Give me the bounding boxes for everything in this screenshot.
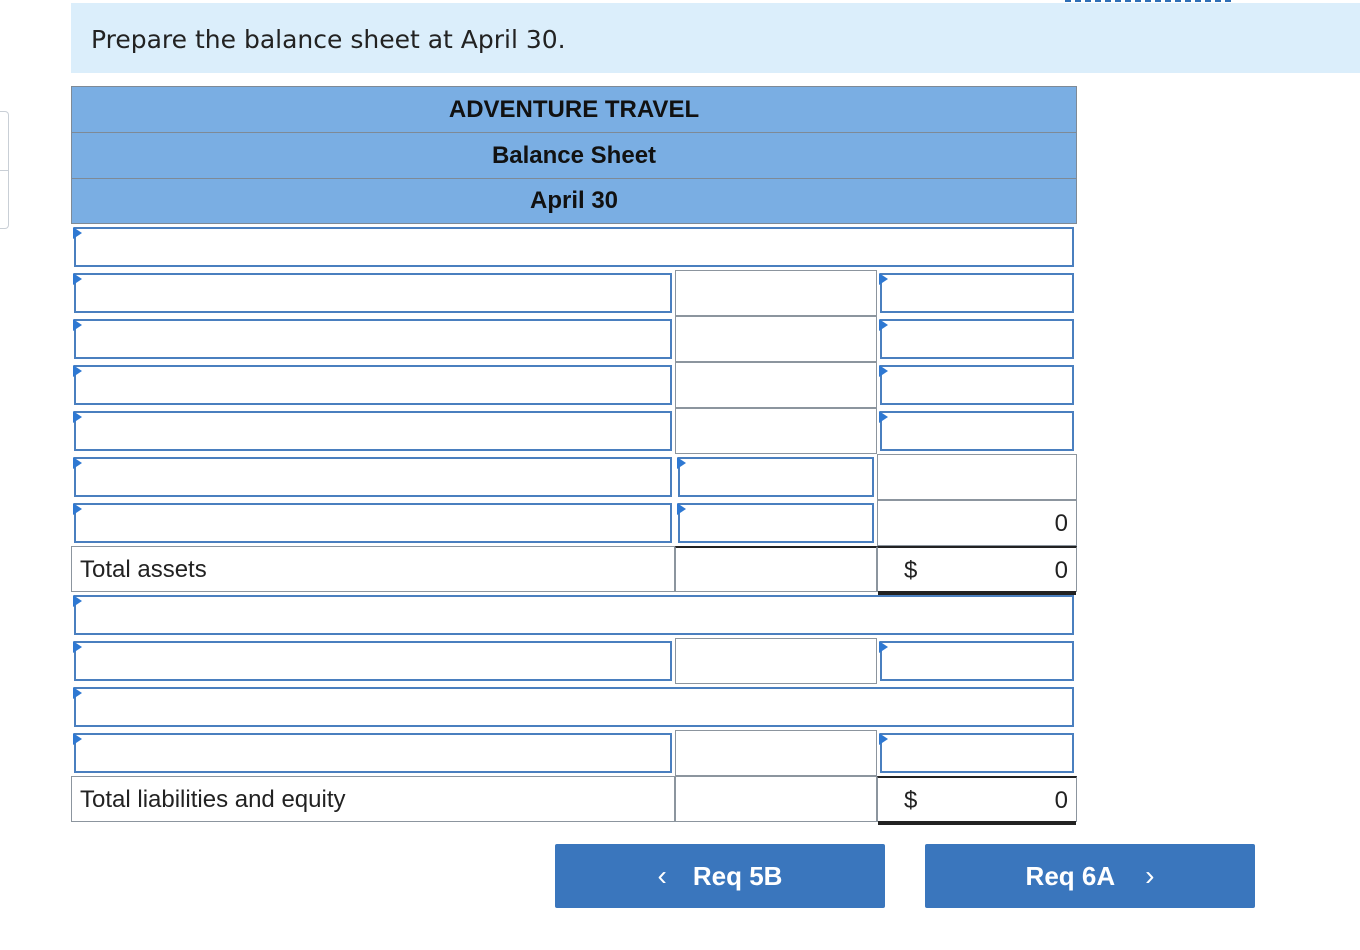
asset-account-input[interactable] [74,503,672,543]
asset-amount-input[interactable] [880,411,1074,451]
empty-cell [675,270,877,316]
table-row [71,270,1077,316]
statement-title-header: Balance Sheet [71,132,1077,178]
net-amount-value: 0 [1054,510,1068,537]
table-row [71,362,1077,408]
table-row: 0 [71,500,1077,546]
dropdown-flag-icon [73,733,82,745]
total-assets-row: Total assets $ 0 [71,546,1077,595]
table-row [71,408,1077,454]
empty-cell [675,776,877,822]
asset-amount-input[interactable] [880,319,1074,359]
asset-account-input[interactable] [74,273,672,313]
table-row [71,316,1077,362]
dropdown-flag-icon [879,411,888,423]
asset-account-input[interactable] [74,411,672,451]
empty-cell [675,362,877,408]
table-row [71,454,1077,500]
empty-cell [675,730,877,776]
next-req-button[interactable]: Req 6A › [925,844,1255,908]
liabilities-section-heading-input[interactable] [74,595,1074,635]
asset-section-heading-input[interactable] [74,227,1074,267]
prev-req-button[interactable]: ‹ Req 5B [555,844,885,908]
total-liabilities-equity-label: Total liabilities and equity [80,786,346,813]
total-liabilities-equity-value-cell: $ 0 [877,776,1077,825]
dropdown-flag-icon [73,595,82,607]
table-row [71,684,1077,730]
dropdown-flag-icon [73,641,82,653]
total-liabilities-equity-label-cell: Total liabilities and equity [71,776,675,822]
dropdown-flag-icon [677,457,686,469]
dropdown-flag-icon [73,503,82,515]
equity-section-heading-input[interactable] [74,687,1074,727]
total-assets-label: Total assets [80,556,207,583]
dropdown-flag-icon [73,365,82,377]
empty-cell [675,408,877,454]
currency-symbol: $ [904,787,918,814]
dropdown-flag-icon [73,227,82,239]
statement-date-header: April 30 [71,178,1077,224]
instruction-text: Prepare the balance sheet at April 30. [91,25,566,54]
instruction-banner: Prepare the balance sheet at April 30. [71,3,1360,73]
asset-detail-amount-input[interactable] [678,503,874,543]
chevron-right-icon: › [1145,860,1155,891]
asset-account-input[interactable] [74,365,672,405]
total-assets-value-cell: $ 0 [877,546,1077,595]
table-row [71,730,1077,776]
total-assets-value: 0 [1054,557,1068,584]
empty-cell [675,546,877,592]
liability-amount-input[interactable] [880,641,1074,681]
dropdown-flag-icon [73,457,82,469]
empty-cell [877,454,1077,500]
table-row [71,638,1077,684]
dropdown-flag-icon [879,365,888,377]
liability-account-input[interactable] [74,641,672,681]
dropdown-flag-icon [879,733,888,745]
table-row [71,592,1077,638]
prev-req-label: Req 5B [692,860,783,891]
balance-sheet-table: ADVENTURE TRAVEL Balance Sheet April 30 [71,86,1077,825]
side-panel-divider [0,170,8,171]
total-liabilities-equity-value: 0 [1054,787,1068,814]
empty-cell [675,316,877,362]
asset-amount-input[interactable] [880,273,1074,313]
dropdown-flag-icon [677,503,686,515]
dropdown-flag-icon [879,273,888,285]
asset-account-input[interactable] [74,319,672,359]
equity-amount-input[interactable] [880,733,1074,773]
currency-symbol: $ [904,557,918,584]
dropdown-flag-icon [73,411,82,423]
next-req-label: Req 6A [1025,860,1116,891]
empty-cell [675,638,877,684]
dropdown-flag-icon [879,319,888,331]
dropdown-flag-icon [73,319,82,331]
asset-account-input[interactable] [74,457,672,497]
chevron-left-icon: ‹ [657,860,667,891]
asset-detail-amount-input[interactable] [678,457,874,497]
dropdown-flag-icon [879,641,888,653]
asset-section-heading-cell [71,224,1077,270]
dropdown-flag-icon [73,273,82,285]
asset-amount-input[interactable] [880,365,1074,405]
equity-account-input[interactable] [74,733,672,773]
table-row [71,224,1077,270]
company-name-header: ADVENTURE TRAVEL [71,86,1077,132]
total-liabilities-equity-row: Total liabilities and equity $ 0 [71,776,1077,825]
dropdown-flag-icon [73,687,82,699]
total-assets-label-cell: Total assets [71,546,675,592]
net-amount-cell: 0 [877,500,1077,546]
